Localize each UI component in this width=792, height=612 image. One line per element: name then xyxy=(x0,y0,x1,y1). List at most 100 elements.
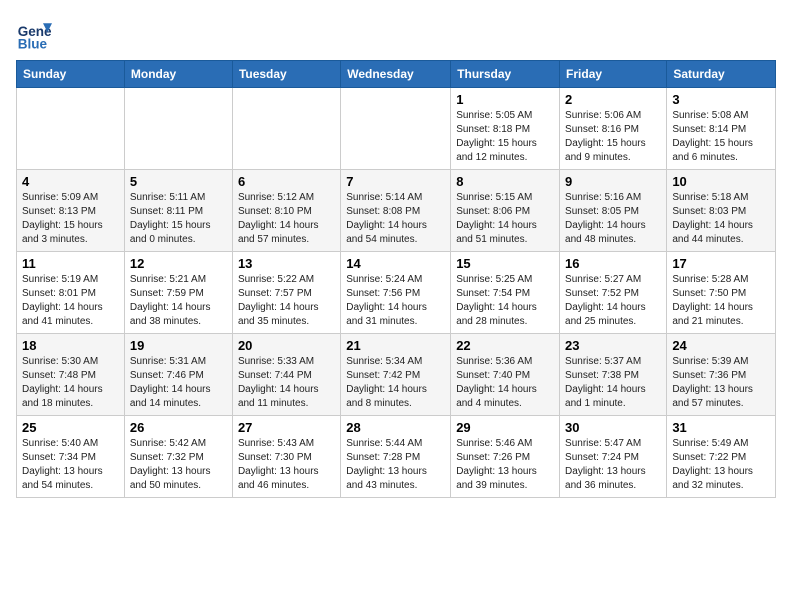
calendar-cell xyxy=(124,88,232,170)
day-info: Sunrise: 5:22 AMSunset: 7:57 PMDaylight:… xyxy=(238,273,335,329)
day-number: 11 xyxy=(22,256,119,271)
day-number: 2 xyxy=(565,92,661,107)
day-info: Sunrise: 5:30 AMSunset: 7:48 PMDaylight:… xyxy=(22,355,119,411)
day-info: Sunrise: 5:25 AMSunset: 7:54 PMDaylight:… xyxy=(456,273,554,329)
logo: General Blue xyxy=(16,16,56,52)
calendar-cell: 28 Sunrise: 5:44 AMSunset: 7:28 PMDayligh… xyxy=(341,416,451,498)
calendar-cell: 11 Sunrise: 5:19 AMSunset: 8:01 PMDayligh… xyxy=(17,252,125,334)
calendar-cell: 1 Sunrise: 5:05 AMSunset: 8:18 PMDaylight… xyxy=(451,88,560,170)
calendar-week-row: 11 Sunrise: 5:19 AMSunset: 8:01 PMDayligh… xyxy=(17,252,776,334)
logo-icon: General Blue xyxy=(16,16,52,52)
day-info: Sunrise: 5:31 AMSunset: 7:46 PMDaylight:… xyxy=(130,355,227,411)
calendar-cell: 13 Sunrise: 5:22 AMSunset: 7:57 PMDayligh… xyxy=(232,252,340,334)
day-info: Sunrise: 5:28 AMSunset: 7:50 PMDaylight:… xyxy=(672,273,770,329)
calendar-cell: 4 Sunrise: 5:09 AMSunset: 8:13 PMDaylight… xyxy=(17,170,125,252)
column-header-saturday: Saturday xyxy=(667,61,776,88)
day-number: 27 xyxy=(238,420,335,435)
day-number: 8 xyxy=(456,174,554,189)
calendar-header-row: SundayMondayTuesdayWednesdayThursdayFrid… xyxy=(17,61,776,88)
day-number: 6 xyxy=(238,174,335,189)
page-header: General Blue xyxy=(16,16,776,52)
day-info: Sunrise: 5:39 AMSunset: 7:36 PMDaylight:… xyxy=(672,355,770,411)
day-number: 19 xyxy=(130,338,227,353)
day-info: Sunrise: 5:05 AMSunset: 8:18 PMDaylight:… xyxy=(456,109,554,165)
day-number: 15 xyxy=(456,256,554,271)
day-info: Sunrise: 5:36 AMSunset: 7:40 PMDaylight:… xyxy=(456,355,554,411)
day-number: 7 xyxy=(346,174,445,189)
column-header-monday: Monday xyxy=(124,61,232,88)
calendar-cell: 22Sunrise: 5:36 AMSunset: 7:40 PMDayligh… xyxy=(451,334,560,416)
day-number: 5 xyxy=(130,174,227,189)
day-number: 30 xyxy=(565,420,661,435)
calendar-cell xyxy=(341,88,451,170)
calendar-cell: 10 Sunrise: 5:18 AMSunset: 8:03 PMDayligh… xyxy=(667,170,776,252)
calendar-cell: 21Sunrise: 5:34 AMSunset: 7:42 PMDayligh… xyxy=(341,334,451,416)
calendar-cell: 20 Sunrise: 5:33 AMSunset: 7:44 PMDayligh… xyxy=(232,334,340,416)
day-number: 20 xyxy=(238,338,335,353)
calendar-cell: 31Sunrise: 5:49 AMSunset: 7:22 PMDayligh… xyxy=(667,416,776,498)
calendar-cell: 15 Sunrise: 5:25 AMSunset: 7:54 PMDayligh… xyxy=(451,252,560,334)
column-header-thursday: Thursday xyxy=(451,61,560,88)
column-header-wednesday: Wednesday xyxy=(341,61,451,88)
calendar-table: SundayMondayTuesdayWednesdayThursdayFrid… xyxy=(16,60,776,498)
day-info: Sunrise: 5:09 AMSunset: 8:13 PMDaylight:… xyxy=(22,191,119,247)
day-info: Sunrise: 5:24 AMSunset: 7:56 PMDaylight:… xyxy=(346,273,445,329)
day-info: Sunrise: 5:12 AMSunset: 8:10 PMDaylight:… xyxy=(238,191,335,247)
day-number: 17 xyxy=(672,256,770,271)
day-info: Sunrise: 5:27 AMSunset: 7:52 PMDaylight:… xyxy=(565,273,661,329)
calendar-cell: 8 Sunrise: 5:15 AMSunset: 8:06 PMDaylight… xyxy=(451,170,560,252)
calendar-cell: 2 Sunrise: 5:06 AMSunset: 8:16 PMDaylight… xyxy=(560,88,667,170)
day-number: 13 xyxy=(238,256,335,271)
day-number: 9 xyxy=(565,174,661,189)
day-info: Sunrise: 5:44 AMSunset: 7:28 PMDaylight:… xyxy=(346,437,445,493)
day-number: 23 xyxy=(565,338,661,353)
calendar-week-row: 18Sunrise: 5:30 AMSunset: 7:48 PMDayligh… xyxy=(17,334,776,416)
calendar-cell xyxy=(17,88,125,170)
day-info: Sunrise: 5:42 AMSunset: 7:32 PMDaylight:… xyxy=(130,437,227,493)
day-number: 16 xyxy=(565,256,661,271)
calendar-cell: 9 Sunrise: 5:16 AMSunset: 8:05 PMDaylight… xyxy=(560,170,667,252)
day-info: Sunrise: 5:40 AMSunset: 7:34 PMDaylight:… xyxy=(22,437,119,493)
day-info: Sunrise: 5:33 AMSunset: 7:44 PMDaylight:… xyxy=(238,355,335,411)
day-number: 26 xyxy=(130,420,227,435)
day-info: Sunrise: 5:49 AMSunset: 7:22 PMDaylight:… xyxy=(672,437,770,493)
day-info: Sunrise: 5:16 AMSunset: 8:05 PMDaylight:… xyxy=(565,191,661,247)
day-info: Sunrise: 5:43 AMSunset: 7:30 PMDaylight:… xyxy=(238,437,335,493)
day-number: 10 xyxy=(672,174,770,189)
day-info: Sunrise: 5:18 AMSunset: 8:03 PMDaylight:… xyxy=(672,191,770,247)
column-header-tuesday: Tuesday xyxy=(232,61,340,88)
day-number: 29 xyxy=(456,420,554,435)
day-info: Sunrise: 5:21 AMSunset: 7:59 PMDaylight:… xyxy=(130,273,227,329)
day-info: Sunrise: 5:19 AMSunset: 8:01 PMDaylight:… xyxy=(22,273,119,329)
day-info: Sunrise: 5:37 AMSunset: 7:38 PMDaylight:… xyxy=(565,355,661,411)
calendar-cell: 18Sunrise: 5:30 AMSunset: 7:48 PMDayligh… xyxy=(17,334,125,416)
calendar-cell: 14 Sunrise: 5:24 AMSunset: 7:56 PMDayligh… xyxy=(341,252,451,334)
day-number: 24 xyxy=(672,338,770,353)
day-number: 14 xyxy=(346,256,445,271)
calendar-cell: 30 Sunrise: 5:47 AMSunset: 7:24 PMDayligh… xyxy=(560,416,667,498)
day-info: Sunrise: 5:08 AMSunset: 8:14 PMDaylight:… xyxy=(672,109,770,165)
calendar-cell: 6 Sunrise: 5:12 AMSunset: 8:10 PMDaylight… xyxy=(232,170,340,252)
day-info: Sunrise: 5:15 AMSunset: 8:06 PMDaylight:… xyxy=(456,191,554,247)
calendar-cell: 7 Sunrise: 5:14 AMSunset: 8:08 PMDaylight… xyxy=(341,170,451,252)
calendar-cell: 12Sunrise: 5:21 AMSunset: 7:59 PMDayligh… xyxy=(124,252,232,334)
calendar-week-row: 25 Sunrise: 5:40 AMSunset: 7:34 PMDayligh… xyxy=(17,416,776,498)
day-number: 25 xyxy=(22,420,119,435)
day-number: 4 xyxy=(22,174,119,189)
calendar-week-row: 4 Sunrise: 5:09 AMSunset: 8:13 PMDaylight… xyxy=(17,170,776,252)
day-info: Sunrise: 5:14 AMSunset: 8:08 PMDaylight:… xyxy=(346,191,445,247)
column-header-sunday: Sunday xyxy=(17,61,125,88)
calendar-cell: 27 Sunrise: 5:43 AMSunset: 7:30 PMDayligh… xyxy=(232,416,340,498)
calendar-cell: 19 Sunrise: 5:31 AMSunset: 7:46 PMDayligh… xyxy=(124,334,232,416)
calendar-cell xyxy=(232,88,340,170)
day-number: 3 xyxy=(672,92,770,107)
day-info: Sunrise: 5:11 AMSunset: 8:11 PMDaylight:… xyxy=(130,191,227,247)
day-info: Sunrise: 5:34 AMSunset: 7:42 PMDaylight:… xyxy=(346,355,445,411)
day-number: 28 xyxy=(346,420,445,435)
day-info: Sunrise: 5:47 AMSunset: 7:24 PMDaylight:… xyxy=(565,437,661,493)
calendar-cell: 17 Sunrise: 5:28 AMSunset: 7:50 PMDayligh… xyxy=(667,252,776,334)
day-info: Sunrise: 5:06 AMSunset: 8:16 PMDaylight:… xyxy=(565,109,661,165)
calendar-cell: 24 Sunrise: 5:39 AMSunset: 7:36 PMDayligh… xyxy=(667,334,776,416)
calendar-cell: 23 Sunrise: 5:37 AMSunset: 7:38 PMDayligh… xyxy=(560,334,667,416)
day-number: 1 xyxy=(456,92,554,107)
